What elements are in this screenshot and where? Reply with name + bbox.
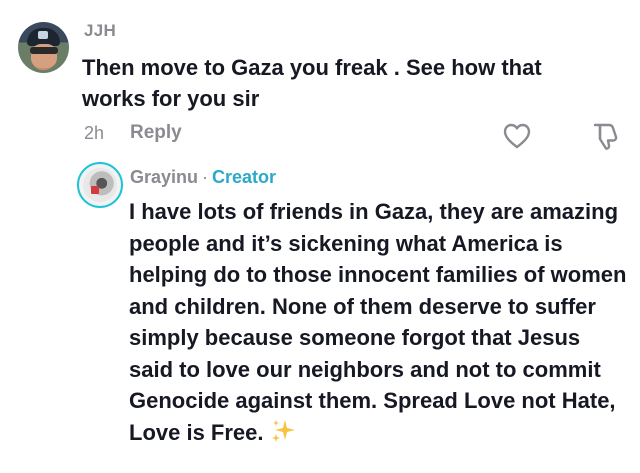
creator-badge: Creator (212, 167, 277, 187)
reply-header: Grayinu · Creator (130, 167, 276, 188)
sparkles-icon (271, 419, 295, 442)
sunglasses-shape (30, 47, 58, 54)
reply-text-block: I have lots of friends in Gaza, they are… (129, 196, 629, 448)
thumbs-down-icon[interactable] (591, 121, 621, 151)
header-separator: · (202, 167, 209, 187)
cap-logo (38, 31, 48, 39)
reply-button[interactable]: Reply (130, 122, 182, 144)
creator-username[interactable]: Grayinu (130, 167, 198, 187)
heart-icon[interactable] (503, 123, 531, 149)
creator-avatar-flag (91, 186, 99, 194)
creator-avatar-image (83, 168, 117, 202)
creator-avatar[interactable] (77, 162, 123, 208)
comment-timestamp: 2h (84, 123, 105, 143)
reply-text: I have lots of friends in Gaza, they are… (129, 199, 627, 445)
commenter-avatar[interactable] (18, 22, 69, 73)
comment-text: Then move to Gaza you freak . See how th… (82, 55, 542, 111)
commenter-username[interactable]: JJH (84, 21, 116, 41)
